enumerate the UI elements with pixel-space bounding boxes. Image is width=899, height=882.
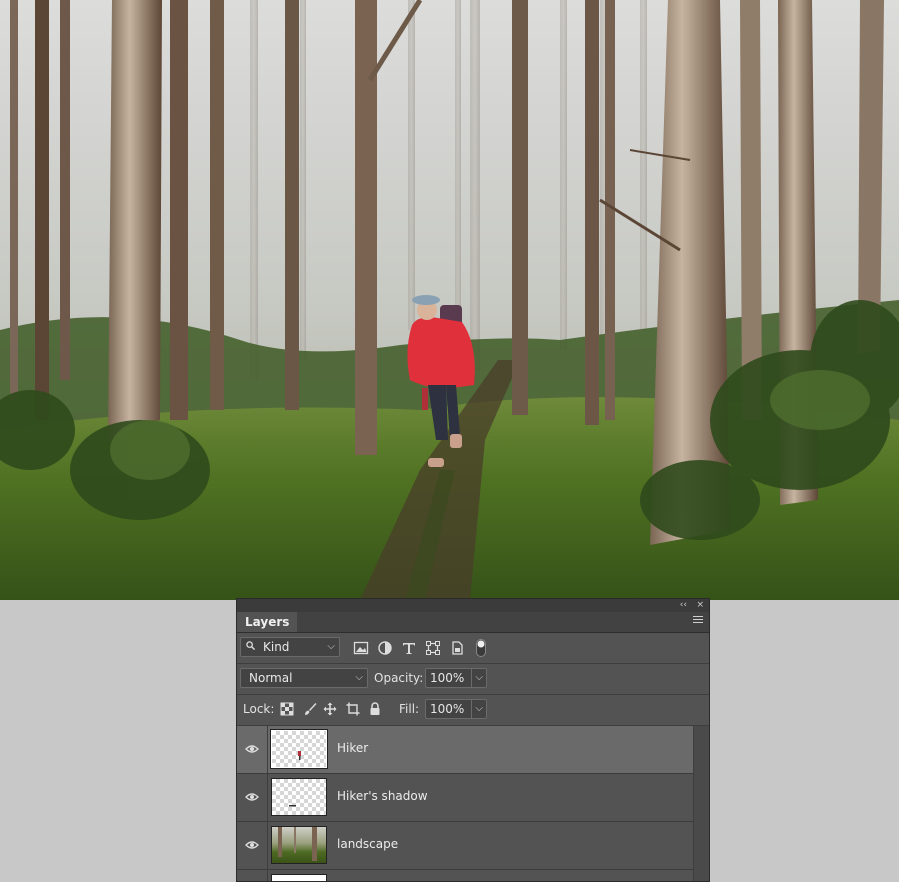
smart-object-filter-icon[interactable] xyxy=(449,640,465,656)
visibility-toggle[interactable] xyxy=(237,774,268,821)
chevron-down-icon[interactable]: ⌵ xyxy=(475,700,483,718)
forest-landscape-image xyxy=(0,0,899,600)
fill-field[interactable]: 100% ⌵ xyxy=(425,699,487,719)
image-filter-icon[interactable] xyxy=(353,640,369,656)
opacity-field[interactable]: 100% ⌵ xyxy=(425,668,487,688)
lock-position-icon[interactable] xyxy=(323,702,337,716)
layer-list: Hiker Hiker's shadow landscape xyxy=(237,726,694,881)
blend-mode-select[interactable]: Normal ⌵ xyxy=(240,668,368,688)
eye-icon xyxy=(245,745,259,753)
panel-menu-icon[interactable] xyxy=(693,616,703,626)
layer-row-partial[interactable] xyxy=(237,870,694,881)
tab-layers[interactable]: Layers xyxy=(237,612,298,632)
close-panel-button[interactable]: × xyxy=(696,599,704,612)
filter-kind-select[interactable]: Kind ⌵ xyxy=(240,637,340,657)
layer-row-hiker[interactable]: Hiker xyxy=(237,726,694,774)
layer-list-scrollbar[interactable] xyxy=(693,726,709,881)
visibility-toggle[interactable] xyxy=(237,870,268,881)
fill-value: 100% xyxy=(430,702,465,716)
opacity-label: Opacity: xyxy=(374,671,424,685)
eye-icon xyxy=(245,841,259,849)
document-canvas[interactable] xyxy=(0,0,899,600)
chevron-down-icon: ⌵ xyxy=(327,641,335,652)
blend-mode-value: Normal xyxy=(249,671,293,685)
eye-icon xyxy=(245,793,259,801)
layer-row-hikers-shadow[interactable]: Hiker's shadow xyxy=(237,774,694,822)
search-icon xyxy=(246,641,255,650)
fill-label: Fill: xyxy=(399,702,420,716)
lock-artboard-icon[interactable] xyxy=(346,702,360,716)
lock-transparent-pixels-icon[interactable] xyxy=(280,702,294,716)
layer-thumbnail xyxy=(271,778,327,816)
layer-thumbnail xyxy=(271,874,327,881)
filter-toggle-icon[interactable] xyxy=(475,638,487,658)
panel-tab-bar: Layers xyxy=(237,612,709,633)
lock-row: Lock: Fill: 100% ⌵ xyxy=(237,695,709,726)
chevron-down-icon[interactable]: ⌵ xyxy=(475,669,483,687)
type-filter-icon[interactable] xyxy=(401,640,417,656)
layers-panel: ‹‹ × Layers Kind ⌵ Normal ⌵ Opacity: 100… xyxy=(236,598,710,882)
blend-row: Normal ⌵ Opacity: 100% ⌵ xyxy=(237,664,709,695)
lock-all-icon[interactable] xyxy=(368,702,382,716)
visibility-toggle[interactable] xyxy=(237,726,268,773)
shape-filter-icon[interactable] xyxy=(425,640,441,656)
visibility-toggle[interactable] xyxy=(237,822,268,869)
lock-label: Lock: xyxy=(243,702,275,716)
panel-title-strip: ‹‹ × xyxy=(237,599,709,612)
lock-image-pixels-icon[interactable] xyxy=(303,702,317,716)
opacity-value: 100% xyxy=(430,671,465,685)
filter-kind-label: Kind xyxy=(263,640,290,654)
layer-name[interactable]: Hiker's shadow xyxy=(337,789,428,803)
collapse-panel-button[interactable]: ‹‹ xyxy=(680,599,687,612)
layer-thumbnail xyxy=(271,826,327,864)
layer-row-landscape[interactable]: landscape xyxy=(237,822,694,870)
layer-name[interactable]: Hiker xyxy=(337,741,368,755)
chevron-down-icon: ⌵ xyxy=(355,672,363,683)
layer-thumbnail xyxy=(270,729,328,769)
filter-row: Kind ⌵ xyxy=(237,633,709,664)
layer-name[interactable]: landscape xyxy=(337,837,398,851)
adjustment-filter-icon[interactable] xyxy=(377,640,393,656)
